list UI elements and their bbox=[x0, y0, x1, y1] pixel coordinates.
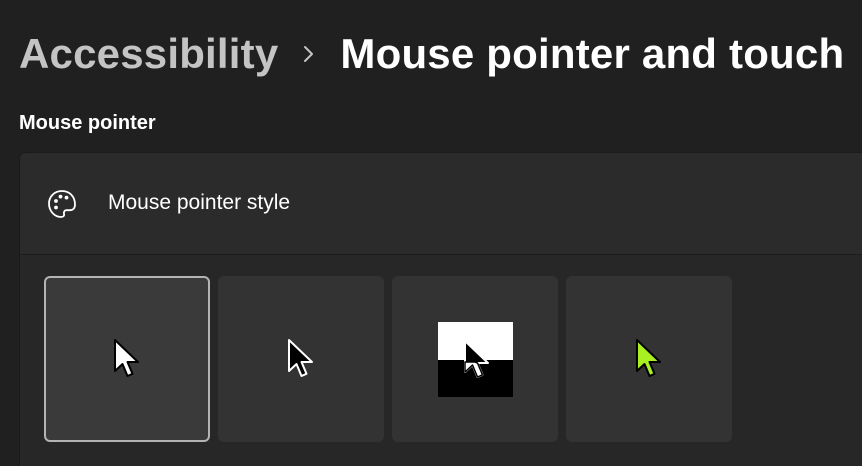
section-heading-mouse-pointer: Mouse pointer bbox=[19, 112, 156, 134]
pointer-option-black[interactable] bbox=[218, 276, 384, 442]
mouse-pointer-style-card: Mouse pointer style bbox=[19, 152, 862, 466]
pointer-option-white[interactable] bbox=[44, 276, 210, 442]
settings-page: Accessibility Mouse pointer and touch Mo… bbox=[0, 0, 862, 466]
page-title: Mouse pointer and touch bbox=[340, 30, 845, 77]
mouse-pointer-style-label: Mouse pointer style bbox=[108, 191, 291, 214]
custom-color-pointer-icon bbox=[634, 338, 664, 380]
pointer-option-custom[interactable] bbox=[566, 276, 732, 442]
black-pointer-icon bbox=[286, 338, 316, 380]
chevron-right-icon bbox=[278, 24, 340, 84]
mouse-pointer-style-header[interactable]: Mouse pointer style bbox=[20, 153, 862, 255]
pointer-style-options bbox=[44, 276, 732, 442]
inverted-pointer-icon bbox=[437, 321, 513, 397]
pointer-option-inverted[interactable] bbox=[392, 276, 558, 442]
breadcrumb: Accessibility Mouse pointer and touch bbox=[19, 24, 844, 84]
breadcrumb-accessibility-link[interactable]: Accessibility bbox=[19, 30, 278, 78]
white-pointer-icon bbox=[112, 338, 142, 380]
palette-icon bbox=[45, 187, 79, 221]
